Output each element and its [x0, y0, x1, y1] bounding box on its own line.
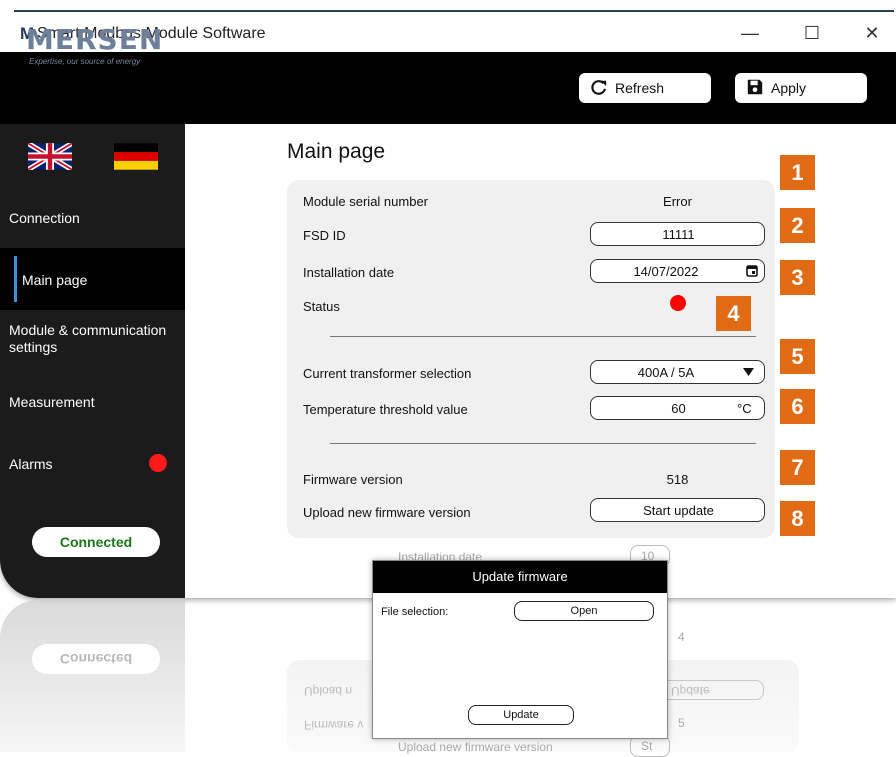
- sidebar-item-label: Alarms: [9, 456, 53, 472]
- ct-selection-dropdown[interactable]: 400A / 5A: [590, 360, 765, 384]
- calendar-icon[interactable]: [746, 264, 758, 277]
- ct-selection-label: Current transformer selection: [303, 366, 472, 381]
- open-file-button[interactable]: Open: [514, 601, 654, 621]
- apply-label: Apply: [771, 80, 807, 96]
- dialog-title: Update firmware: [373, 561, 667, 593]
- app-window: M Smart Modbus Module Software — ☐ ✕ MER…: [0, 0, 896, 598]
- minimize-button[interactable]: —: [735, 20, 765, 46]
- sidebar-item-label: settings: [9, 339, 58, 355]
- maximize-button[interactable]: ☐: [797, 20, 827, 46]
- temperature-unit: °C: [737, 401, 752, 416]
- refresh-button[interactable]: Refresh: [579, 73, 711, 103]
- status-indicator: [670, 295, 686, 311]
- germany-flag-icon[interactable]: [114, 143, 158, 170]
- callout-badge: 7: [780, 450, 815, 485]
- sidebar-item-measurement[interactable]: Measurement: [0, 386, 185, 416]
- save-icon: [747, 79, 763, 95]
- sidebar-item-connection[interactable]: Connection: [0, 202, 185, 232]
- page-title: Main page: [287, 140, 386, 163]
- reflected-upload-label: Upload n: [304, 684, 353, 698]
- update-button[interactable]: Update: [468, 705, 574, 725]
- file-selection-label: File selection:: [381, 606, 449, 618]
- fsd-id-label: FSD ID: [303, 228, 346, 243]
- section-divider: [330, 336, 756, 337]
- start-update-label: Start update: [643, 503, 714, 518]
- callout-badge: 6: [780, 389, 815, 424]
- window-top-border: [14, 10, 894, 12]
- ghost-firmware-value: 5: [678, 716, 685, 730]
- installation-date-label: Installation date: [303, 265, 395, 280]
- installation-date-input[interactable]: 14/07/2022: [590, 259, 765, 283]
- refresh-icon: [591, 80, 607, 95]
- ghost-extra-value: 4: [678, 630, 685, 644]
- uk-flag-icon[interactable]: [28, 143, 72, 170]
- callout-badge: 2: [780, 208, 815, 243]
- start-update-button[interactable]: Start update: [590, 498, 765, 522]
- reflected-button-label: Update: [671, 684, 710, 698]
- temperature-threshold-input[interactable]: 60 °C: [590, 396, 765, 420]
- alarm-indicator: [149, 454, 167, 472]
- fsd-id-value: 11111: [662, 227, 695, 242]
- mersen-logo: MERSEN: [26, 23, 164, 56]
- section-divider: [330, 443, 756, 444]
- callout-badge: 8: [780, 501, 815, 536]
- brand-tagline: Expertise, our source of energy: [29, 57, 141, 66]
- firmware-version-label: Firmware version: [303, 472, 403, 487]
- fsd-id-input[interactable]: 11111: [590, 222, 765, 246]
- sidebar-item-main-page[interactable]: Main page: [0, 248, 185, 310]
- active-indicator: [14, 256, 17, 302]
- reflected-firmware-label: Firmware v: [304, 718, 364, 732]
- callout-badge: 1: [780, 155, 815, 190]
- ghost-upload-value: St: [641, 739, 653, 753]
- reflected-sidebar: [0, 600, 185, 752]
- upload-firmware-label: Upload new firmware version: [303, 505, 471, 520]
- refresh-label: Refresh: [615, 80, 665, 96]
- sidebar-item-label: Module & communication: [9, 322, 167, 338]
- update-firmware-dialog: Update firmware File selection: Open Upd…: [372, 560, 668, 739]
- sidebar-item-label: Measurement: [9, 394, 95, 410]
- firmware-version-value: 518: [666, 472, 689, 487]
- reflected-connected-badge: Connected: [32, 644, 160, 674]
- temperature-threshold-label: Temperature threshold value: [303, 402, 468, 417]
- dropdown-arrow-icon: [743, 368, 754, 376]
- status-label: Status: [303, 299, 340, 314]
- ct-selection-value: 400A / 5A: [637, 365, 695, 380]
- installation-date-value: 14/07/2022: [633, 264, 699, 279]
- close-button[interactable]: ✕: [857, 20, 887, 46]
- serial-number-value: Error: [663, 194, 692, 209]
- connection-status-badge: Connected: [32, 527, 160, 557]
- sidebar-item-label: Connection: [9, 210, 80, 226]
- apply-button[interactable]: Apply: [735, 73, 867, 103]
- callout-badge: 4: [716, 296, 751, 331]
- sidebar-item-label: Main page: [22, 272, 88, 288]
- callout-badge: 5: [780, 339, 815, 374]
- callout-badge: 3: [780, 260, 815, 295]
- sidebar-item-module-settings[interactable]: Module & communication settings: [0, 320, 185, 360]
- serial-number-label: Module serial number: [303, 194, 429, 209]
